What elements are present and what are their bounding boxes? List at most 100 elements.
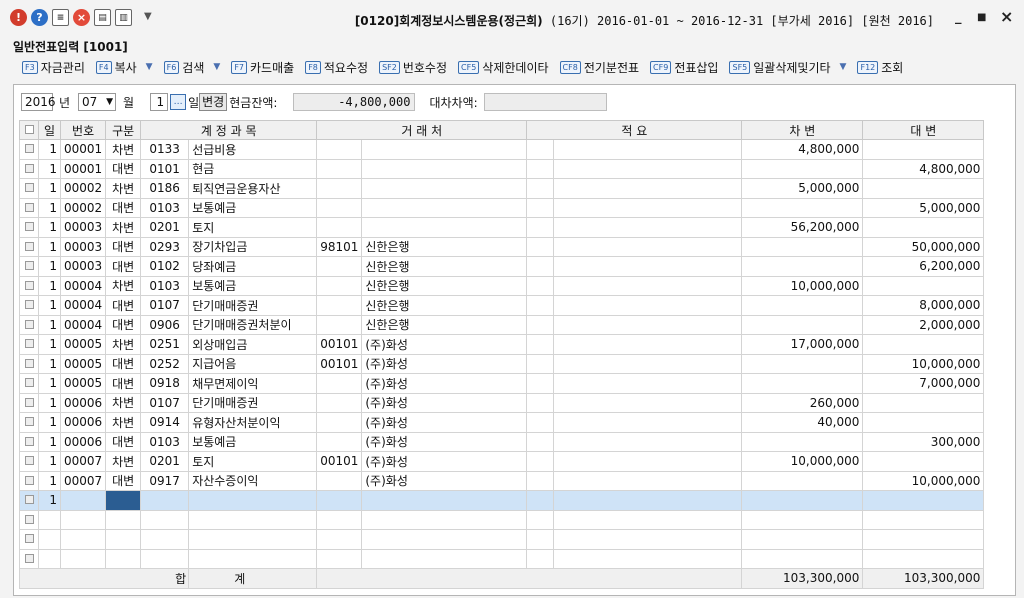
empty-cell[interactable] xyxy=(526,509,555,530)
credit-cell[interactable]: 8,000,000 xyxy=(862,295,985,316)
table-row[interactable]: 1 00005 차변 0251 외상매입금 00101 (주)화성 17,000,000 xyxy=(19,334,985,355)
toolbar-button-f8[interactable]: F8 적요수정 xyxy=(305,59,368,76)
account-name-cell[interactable]: 외상매입금 xyxy=(188,334,318,355)
credit-cell[interactable]: 6,200,000 xyxy=(862,256,985,277)
partner-code-cell[interactable]: 00101 xyxy=(316,334,363,355)
table-row[interactable]: 1 00005 대변 0252 지급어음 00101 (주)화성 10,000,000 xyxy=(19,353,985,374)
partner-code-cell[interactable] xyxy=(316,392,363,413)
empty-cell[interactable] xyxy=(38,509,61,530)
row-checkbox[interactable] xyxy=(19,353,39,374)
account-code-cell[interactable]: 0107 xyxy=(140,392,190,413)
account-code-cell[interactable]: 0101 xyxy=(140,158,190,179)
day-cell[interactable]: 1 xyxy=(38,470,61,491)
partner-name-cell[interactable] xyxy=(361,158,528,179)
row-checkbox[interactable] xyxy=(19,139,39,160)
print-icon[interactable]: ▤ xyxy=(94,9,111,26)
account-name-cell[interactable]: 현금 xyxy=(188,158,318,179)
empty-cell[interactable] xyxy=(140,529,190,550)
account-name-cell[interactable]: 보통예금 xyxy=(188,431,318,452)
help-icon[interactable]: ? xyxy=(31,9,48,26)
debit-cell[interactable]: 260,000 xyxy=(741,392,864,413)
row-checkbox[interactable] xyxy=(19,178,39,199)
partner-name-cell[interactable]: (주)화성 xyxy=(361,392,528,413)
day-cell[interactable]: 1 xyxy=(38,353,61,374)
account-code-cell[interactable]: 0133 xyxy=(140,139,190,160)
number-cell[interactable]: 00004 xyxy=(59,314,107,335)
debit-cell[interactable]: 10,000,000 xyxy=(741,451,864,472)
empty-cell[interactable] xyxy=(188,548,318,569)
empty-cell[interactable] xyxy=(105,509,142,530)
empty-cell[interactable] xyxy=(38,548,61,569)
partner-code-cell[interactable] xyxy=(316,256,363,277)
type-cell[interactable]: 차변 xyxy=(105,392,142,413)
partner-code-cell[interactable] xyxy=(316,431,363,452)
empty-cell[interactable] xyxy=(862,490,985,511)
memo-code-cell[interactable] xyxy=(526,158,555,179)
number-cell[interactable]: 00003 xyxy=(59,217,107,238)
memo-code-cell[interactable] xyxy=(526,334,555,355)
partner-name-cell[interactable]: 신한은행 xyxy=(361,275,528,296)
partner-name-cell[interactable]: (주)화성 xyxy=(361,353,528,374)
credit-cell[interactable]: 300,000 xyxy=(862,431,985,452)
number-cell[interactable]: 00003 xyxy=(59,256,107,277)
current-entry-row[interactable]: 1 xyxy=(19,490,985,511)
empty-cell[interactable] xyxy=(741,529,864,550)
empty-cell[interactable] xyxy=(316,548,363,569)
type-cell[interactable]: 차변 xyxy=(105,334,142,355)
empty-cell[interactable] xyxy=(862,529,985,550)
credit-cell[interactable] xyxy=(862,139,985,160)
memo-cell[interactable] xyxy=(553,373,743,394)
memo-code-cell[interactable] xyxy=(526,236,555,257)
select-all-checkbox[interactable] xyxy=(19,120,39,140)
partner-name-cell[interactable] xyxy=(361,139,528,160)
empty-cell[interactable] xyxy=(361,509,528,530)
number-cell[interactable]: 00003 xyxy=(59,236,107,257)
debit-cell[interactable] xyxy=(741,295,864,316)
empty-cell[interactable] xyxy=(361,529,528,550)
number-cell[interactable]: 00005 xyxy=(59,334,107,355)
table-row[interactable]: 1 00006 차변 0107 단기매매증권 (주)화성 260,000 xyxy=(19,392,985,413)
toolbar-button-f7[interactable]: F7 카드매출 xyxy=(231,59,294,76)
credit-cell[interactable]: 10,000,000 xyxy=(862,353,985,374)
number-cell[interactable] xyxy=(59,490,107,511)
partner-name-cell[interactable]: 신한은행 xyxy=(361,314,528,335)
day-cell[interactable]: 1 xyxy=(38,158,61,179)
memo-code-cell[interactable] xyxy=(526,353,555,374)
chevron-down-icon[interactable]: ▼ xyxy=(146,62,153,72)
memo-code-cell[interactable] xyxy=(526,217,555,238)
partner-name-cell[interactable]: 신한은행 xyxy=(361,256,528,277)
memo-code-cell[interactable] xyxy=(526,295,555,316)
partner-code-cell[interactable] xyxy=(316,217,363,238)
type-cell[interactable]: 대변 xyxy=(105,256,142,277)
empty-cell[interactable] xyxy=(553,529,743,550)
table-row[interactable]: 1 00002 차변 0186 퇴직연금운용자산 5,000,000 xyxy=(19,178,985,199)
row-checkbox[interactable] xyxy=(19,256,39,277)
empty-row[interactable] xyxy=(19,548,985,569)
account-name-cell[interactable]: 지급어음 xyxy=(188,353,318,374)
toolbar-button-f4[interactable]: F4 복사 ▼ xyxy=(95,59,153,76)
table-row[interactable]: 1 00002 대변 0103 보통예금 5,000,000 xyxy=(19,197,985,218)
day-cell[interactable]: 1 xyxy=(38,256,61,277)
partner-name-cell[interactable] xyxy=(361,217,528,238)
type-cell[interactable]: 대변 xyxy=(105,295,142,316)
table-row[interactable]: 1 00003 대변 0293 장기차입금 98101 신한은행 50,000,000 xyxy=(19,236,985,257)
type-cell-active[interactable] xyxy=(105,490,142,511)
memo-code-cell[interactable] xyxy=(526,392,555,413)
account-name-cell[interactable]: 자산수증이익 xyxy=(188,470,318,491)
memo-cell[interactable] xyxy=(553,334,743,355)
debit-cell[interactable] xyxy=(741,158,864,179)
row-checkbox[interactable] xyxy=(19,275,39,296)
debit-cell[interactable]: 40,000 xyxy=(741,412,864,433)
account-code-cell[interactable]: 0103 xyxy=(140,197,190,218)
debit-cell[interactable] xyxy=(741,197,864,218)
memo-cell[interactable] xyxy=(553,412,743,433)
day-cell[interactable]: 1 xyxy=(38,275,61,296)
empty-cell[interactable] xyxy=(553,490,743,511)
credit-cell[interactable] xyxy=(862,275,985,296)
type-cell[interactable]: 차변 xyxy=(105,139,142,160)
empty-cell[interactable] xyxy=(316,529,363,550)
number-cell[interactable]: 00007 xyxy=(59,451,107,472)
type-cell[interactable]: 차변 xyxy=(105,412,142,433)
account-code-cell[interactable]: 0251 xyxy=(140,334,190,355)
account-code-cell[interactable]: 0103 xyxy=(140,275,190,296)
